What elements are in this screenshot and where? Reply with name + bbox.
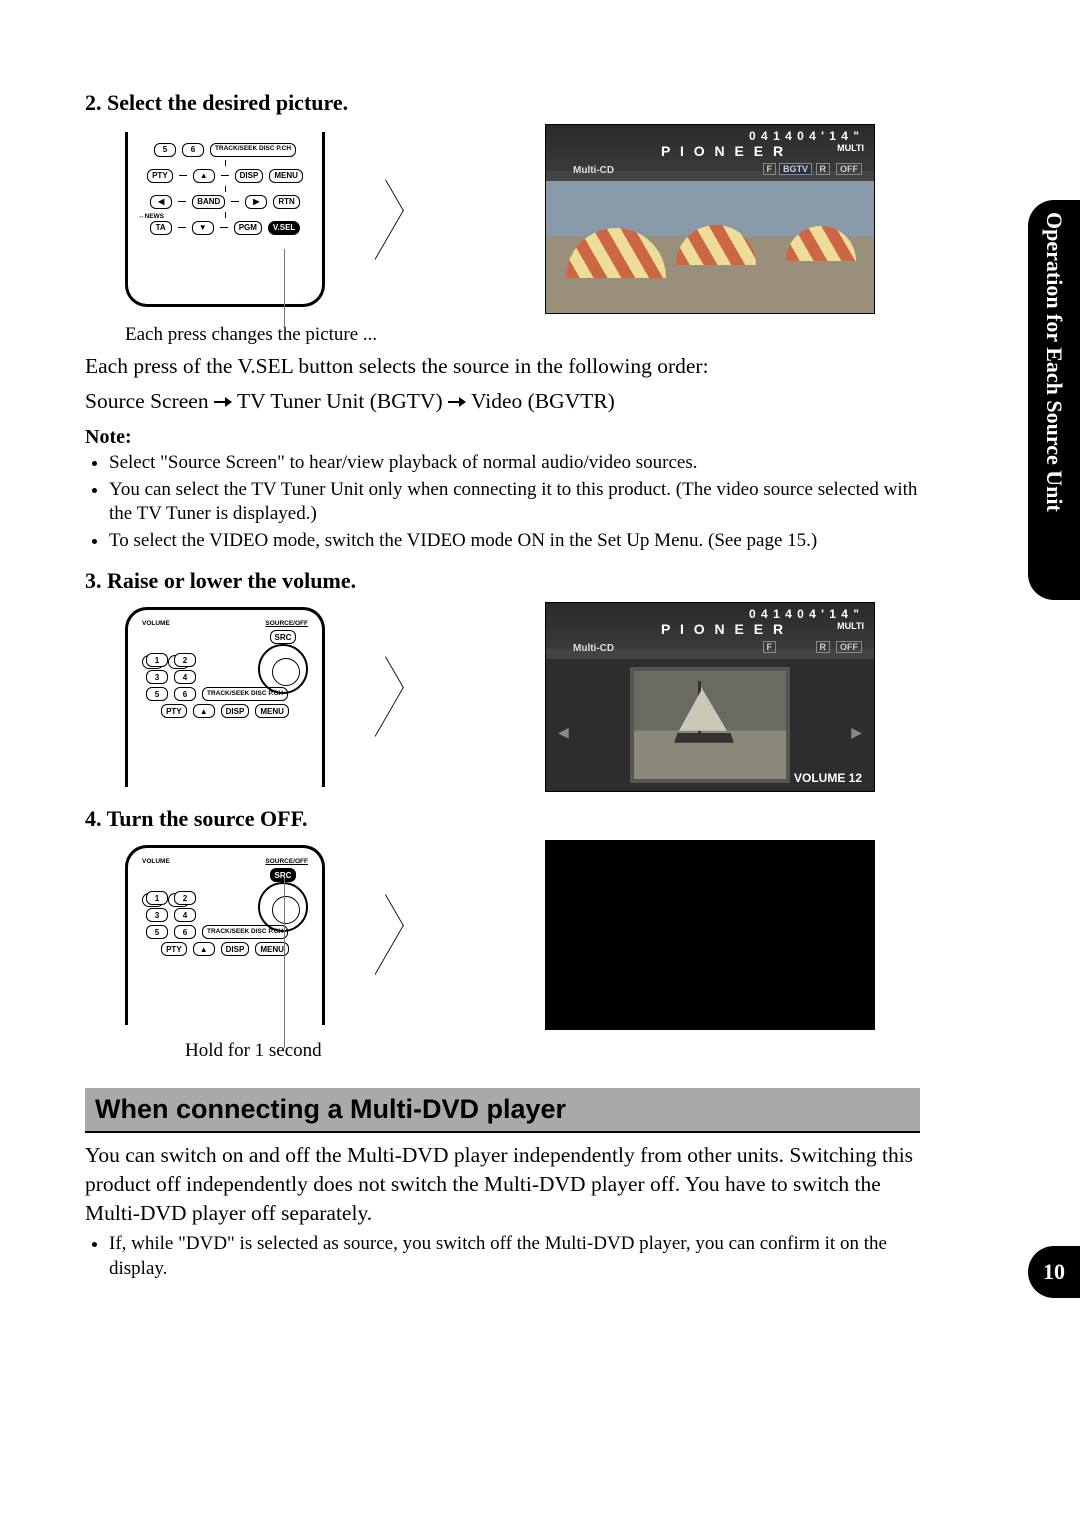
arrow-icon [448,397,466,407]
label-source-off: SOURCE/OFF [265,621,308,628]
btn-1[interactable]: 1 [146,891,168,905]
btn-5[interactable]: 5 [146,925,168,939]
step2-title: 2. Select the desired picture. [85,90,920,116]
section2-para: You can switch on and off the Multi-DVD … [85,1141,920,1228]
step2-para1: Each press of the V.SEL button selects t… [85,352,920,381]
btn-down[interactable]: ▼ [192,221,214,235]
seq-bgvtr: Video (BGVTR) [471,389,615,413]
btn-src[interactable]: SRC [270,630,297,644]
screen-source: Multi-CD [573,643,614,654]
step2-caption: Each press changes the picture ... [125,324,920,346]
arrow-icon [214,397,232,407]
boat-image [630,667,790,783]
screen-mode: MULTI [837,621,864,631]
label-volume: VOLUME [142,621,170,628]
page-number: 10 [1028,1246,1080,1298]
btn-pty[interactable]: PTY [161,704,187,718]
btn-4[interactable]: 4 [174,908,196,922]
section-header-multidvd: When connecting a Multi-DVD player [85,1088,920,1133]
btn-3[interactable]: 3 [146,670,168,684]
step2-notes: Select "Source Screen" to hear/view play… [109,451,920,554]
step3-title: 3. Raise or lower the volume. [85,568,920,594]
arrow-icon [357,179,404,260]
btn-rtn[interactable]: RTN [273,195,299,209]
side-tab: Operation for Each Source Unit [1028,200,1080,600]
label-source-off: SOURCE/OFF [265,859,308,866]
btn-4[interactable]: 4 [174,670,196,684]
step4-caption: Hold for 1 second [185,1040,920,1062]
btn-menu[interactable]: MENU [255,704,289,718]
btn-up[interactable]: ▲ [193,169,215,183]
btn-6[interactable]: 6 [174,925,196,939]
note-item: Select "Source Screen" to hear/view play… [109,451,920,476]
btn-2[interactable]: 2 [174,891,196,905]
btn-src[interactable]: SRC [270,868,297,882]
screen-clock: 0 4 1 4 0 4 ' 1 4 " [749,607,860,621]
btn-pgm[interactable]: PGM [234,221,262,235]
remote-step2: 5 6 TRACK/SEEK DISC P.CH PTY ▲ DISP MENU… [125,132,325,307]
btn-5[interactable]: 5 [146,687,168,701]
screen-brand: P I O N E E R [661,143,786,159]
note-item: You can select the TV Tuner Unit only wh… [109,478,920,527]
badge-r: R [816,163,831,175]
jog-dial[interactable] [258,882,308,932]
btn-disp[interactable]: DISP [221,942,250,956]
label-volume: VOLUME [142,859,170,866]
btn-disp[interactable]: DISP [221,704,250,718]
jog-dial[interactable] [258,644,308,694]
screen-brand: P I O N E E R [661,621,786,637]
btn-track-seek[interactable]: TRACK/SEEK DISC P.CH [210,143,296,157]
badge-r: R [816,641,831,653]
arrow-icon [357,656,404,737]
btn-6[interactable]: 6 [182,143,204,157]
seq-bgtv: TV Tuner Unit (BGTV) [237,389,443,413]
volume-readout: VOLUME 12 [794,771,862,785]
btn-1[interactable]: 1 [146,653,168,667]
step4-title: 4. Turn the source OFF. [85,806,920,832]
btn-5[interactable]: 5 [154,143,176,157]
btn-disp[interactable]: DISP [235,169,264,183]
seq-source-screen: Source Screen [85,389,209,413]
note-item: If, while "DVD" is selected as source, y… [109,1232,920,1281]
btn-band[interactable]: BAND [192,195,225,209]
badge-f: F [763,641,777,653]
badge-bgtv: BGTV [779,163,812,175]
remote-step4: VOLUME SOURCE/OFF − + SRC 1 2 3 4 [125,845,325,1025]
screen-step4 [545,840,875,1030]
badge-off: OFF [836,641,862,653]
screen-clock: 0 4 1 4 0 4 ' 1 4 " [749,129,860,143]
btn-6[interactable]: 6 [174,687,196,701]
screen-step2: 0 4 1 4 0 4 ' 1 4 " P I O N E E R MULTI … [545,124,875,314]
badge-off: OFF [836,163,862,175]
btn-3[interactable]: 3 [146,908,168,922]
label-news: ↔NEWS [138,214,164,221]
nav-right-icon: ▶ [851,725,862,742]
step2-sequence: Source Screen TV Tuner Unit (BGTV) Video… [85,387,920,416]
screen-mode: MULTI [837,143,864,153]
badge-f: F [763,163,777,175]
section2-notes: If, while "DVD" is selected as source, y… [109,1232,920,1281]
btn-menu[interactable]: MENU [269,169,303,183]
btn-2[interactable]: 2 [174,653,196,667]
btn-vsel[interactable]: V.SEL [268,221,300,235]
note-label: Note: [85,426,920,449]
note-item: To select the VIDEO mode, switch the VID… [109,529,920,554]
arrow-icon [357,894,404,975]
btn-pty[interactable]: PTY [147,169,173,183]
screen-source: Multi-CD [573,165,614,176]
nav-left-icon: ◀ [558,725,569,742]
btn-left[interactable]: ◀ [150,195,172,209]
btn-up[interactable]: ▲ [193,942,215,956]
btn-ta[interactable]: TA [150,221,172,235]
btn-up[interactable]: ▲ [193,704,215,718]
remote-step3: VOLUME SOURCE/OFF − + SRC 1 2 3 4 [125,607,325,787]
screen-step3: 0 4 1 4 0 4 ' 1 4 " P I O N E E R MULTI … [545,602,875,792]
btn-right[interactable]: ▶ [245,195,267,209]
btn-pty[interactable]: PTY [161,942,187,956]
